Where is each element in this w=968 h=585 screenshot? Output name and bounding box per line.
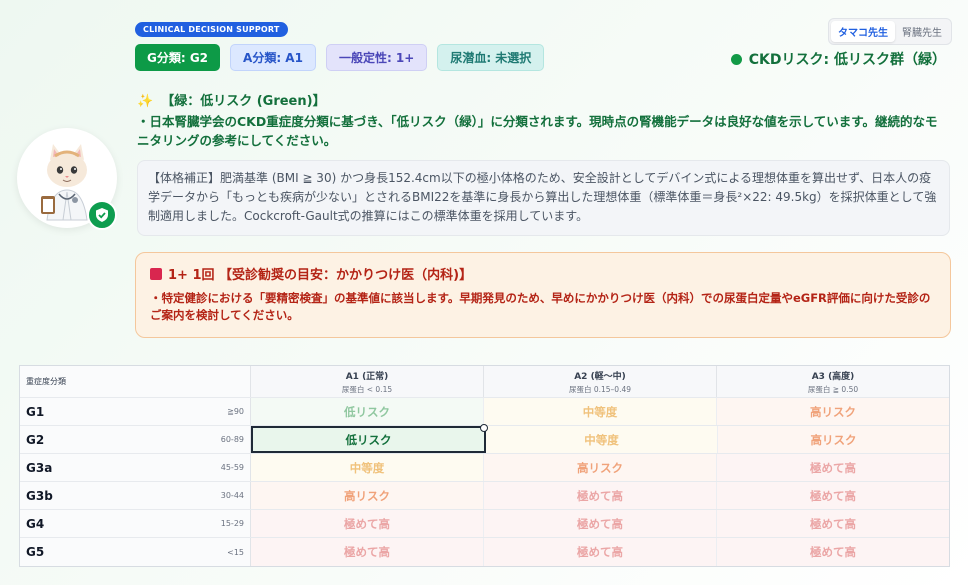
row-range: 60-89 <box>220 435 244 444</box>
row-label: G5 <box>26 545 45 559</box>
referral-alert: 1+ 1回 【受診勧奨の目安：かかりつけ医（内科)】 ・特定健診における「要精密… <box>135 252 951 338</box>
risk-cell[interactable]: 極めて高 <box>717 482 949 509</box>
matrix-row-g5: G5 <15 極めて高 極めて高 極めて高 <box>20 538 949 566</box>
matrix-row-g4: G4 15-29 極めて高 極めて高 極めて高 <box>20 510 949 538</box>
row-range: 15-29 <box>220 519 244 528</box>
column-title: A3 (高度) <box>811 371 855 382</box>
risk-cell[interactable]: 極めて高 <box>484 510 717 537</box>
alert-marker-icon <box>150 267 162 280</box>
risk-cell[interactable]: 低リスク <box>251 398 484 425</box>
proteinuria-tag[interactable]: 一般定性: 1+ <box>325 44 428 71</box>
risk-cell[interactable]: 中等度 <box>486 426 718 453</box>
column-header-a1: A1 (正常) 尿蛋白 < 0.15 <box>251 366 484 397</box>
row-label: G2 <box>26 432 45 447</box>
column-subtitle: 尿蛋白 < 0.15 <box>341 384 393 394</box>
ckd-severity-matrix: 重症度分類 A1 (正常) 尿蛋白 < 0.15 A2 (軽〜中) 尿蛋白 0.… <box>19 365 950 567</box>
body-correction-note: 【体格補正】肥満基準 (BMI ≧ 30) かつ身長152.4cm以下の極小体格… <box>137 160 950 236</box>
row-label: G1 <box>26 404 45 419</box>
row-label: G4 <box>26 516 45 531</box>
matrix-row-g1: G1 ≧90 低リスク 中等度 高リスク <box>20 398 949 426</box>
row-label: G3b <box>26 488 53 503</box>
risk-cell[interactable]: 高リスク <box>717 398 949 425</box>
column-header-a3: A3 (高度) 尿蛋白 ≧ 0.50 <box>717 366 949 397</box>
risk-cell[interactable]: 極めて高 <box>484 538 717 566</box>
matrix-row-g3b: G3b 30-44 高リスク 極めて高 極めて高 <box>20 482 949 510</box>
risk-summary-text: CKDリスク: 低リスク群（緑） <box>748 52 946 68</box>
column-title: A2 (軽〜中) <box>574 371 626 382</box>
matrix-row-g3a: G3a 45-59 中等度 高リスク 極めて高 <box>20 454 949 482</box>
row-range: ≧90 <box>227 407 244 416</box>
alert-body-text: ・特定健診における「要精密検査」の基準値に該当します。早期発見のため、早めにかか… <box>150 291 931 322</box>
risk-cell[interactable]: 極めて高 <box>717 510 949 537</box>
column-title: A1 (正常) <box>345 371 389 382</box>
risk-status-dot-icon <box>730 53 742 65</box>
risk-cell-selected[interactable]: 低リスク <box>251 424 488 453</box>
risk-cell[interactable]: 高リスク <box>484 454 717 481</box>
matrix-header-row: 重症度分類 A1 (正常) 尿蛋白 < 0.15 A2 (軽〜中) 尿蛋白 0.… <box>20 366 949 398</box>
risk-cell[interactable]: 高リスク <box>251 482 484 509</box>
column-subtitle: 尿蛋白 0.15–0.49 <box>568 384 632 394</box>
clinical-badge: CLINICAL DECISION SUPPORT <box>135 22 288 37</box>
a-class-tag[interactable]: A分類: A1 <box>230 44 316 71</box>
classification-tags: G分類: G2 A分類: A1 一般定性: 1+ 尿潜血: 未選択 <box>135 44 545 71</box>
occult-blood-tag[interactable]: 尿潜血: 未選択 <box>437 44 545 71</box>
g-class-tag[interactable]: G分類: G2 <box>135 44 221 71</box>
alert-title-text: 1+ 1回 【受診勧奨の目安：かかりつけ医（内科)】 <box>168 268 473 283</box>
row-range: <15 <box>227 547 244 557</box>
row-range: 45-59 <box>220 463 244 472</box>
risk-cell[interactable]: 極めて高 <box>251 510 484 537</box>
verified-shield-icon <box>87 200 117 230</box>
column-header-a2: A2 (軽〜中) 尿蛋白 0.15–0.49 <box>484 366 717 397</box>
risk-cell[interactable]: 極めて高 <box>717 538 949 566</box>
row-range: 30-44 <box>220 491 244 500</box>
mode-tab-tamako[interactable]: タマコ先生 <box>831 21 895 42</box>
risk-cell[interactable]: 極めて高 <box>251 538 484 566</box>
sparkle-icon: ✨ <box>137 94 154 109</box>
matrix-row-g2: G2 60-89 低リスク 中等度 高リスク <box>20 424 949 454</box>
risk-cell[interactable]: 中等度 <box>251 454 484 481</box>
result-title-text: 【緑：低リスク (Green)】 <box>161 94 326 109</box>
risk-cell[interactable]: 極めて高 <box>717 454 949 481</box>
mode-switch: タマコ先生 腎臓先生 <box>828 18 952 45</box>
result-description: ・日本腎臓学会のCKD重症度分類に基づき、「低リスク（緑）」に分類されます。現時… <box>137 114 938 148</box>
mode-tab-kidney[interactable]: 腎臓先生 <box>895 21 949 42</box>
matrix-corner-label: 重症度分類 <box>26 377 66 386</box>
risk-cell[interactable]: 極めて高 <box>484 482 717 509</box>
risk-summary: CKDリスク: 低リスク群（緑） <box>730 49 946 69</box>
risk-cell[interactable]: 高リスク <box>718 426 949 453</box>
row-label: G3a <box>26 460 53 475</box>
column-subtitle: 尿蛋白 ≧ 0.50 <box>807 384 859 394</box>
risk-cell[interactable]: 中等度 <box>484 398 717 425</box>
result-title: ✨ 【緑：低リスク (Green)】 <box>137 90 326 109</box>
